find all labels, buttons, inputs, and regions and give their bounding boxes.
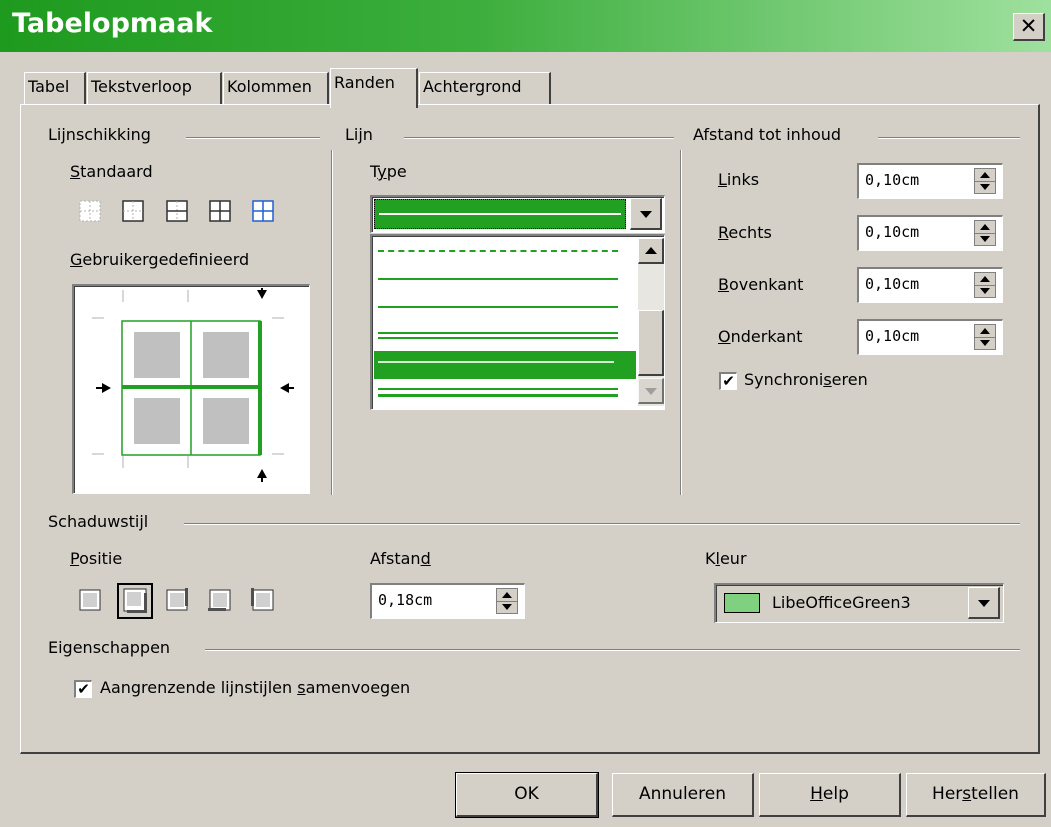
tab-tabel[interactable]: Tabel — [24, 72, 86, 104]
color-dropdown-button[interactable] — [968, 587, 1000, 619]
distance-label: Afstand — [370, 549, 431, 568]
tab-randen[interactable]: Randen — [330, 68, 418, 108]
scroll-down-button[interactable] — [638, 378, 664, 404]
shadow-bottom-left-icon — [208, 589, 231, 611]
shadow-top-right[interactable] — [161, 585, 193, 615]
group-title-line: Lijn — [345, 125, 381, 144]
ok-button[interactable]: OK — [455, 772, 599, 818]
line-type-scrollbar[interactable] — [638, 238, 664, 406]
tab-kolommen[interactable]: Kolommen — [223, 72, 329, 104]
group-title-spacing: Afstand tot inhoud — [693, 125, 850, 144]
cancel-button[interactable]: Annuleren — [612, 773, 754, 817]
outer-border-icon — [122, 200, 144, 222]
border-preview[interactable] — [72, 284, 310, 494]
right-label: Rechts — [718, 223, 772, 242]
line-type-dropdown-button[interactable] — [630, 198, 662, 230]
line-type-list[interactable] — [370, 234, 665, 410]
vertical-separator — [331, 150, 333, 495]
shadow-distance-stepper[interactable] — [496, 588, 518, 614]
merge-line-styles-checkbox[interactable]: ✔ — [74, 680, 92, 698]
group-divider — [184, 523, 1020, 525]
synchronize-checkbox[interactable]: ✔ — [719, 372, 737, 390]
group-divider — [878, 137, 1020, 139]
group-title-properties: Eigenschappen — [48, 638, 179, 657]
right-spacing-stepper[interactable] — [974, 220, 996, 246]
top-label: Bovenkant — [718, 275, 804, 294]
line-style-thin[interactable] — [378, 306, 618, 308]
color-value: LibeOfficeGreen3 — [772, 593, 911, 612]
outer-only-inner-icon — [252, 200, 274, 222]
merge-line-styles-label: Aangrenzende lijnstijlen samenvoegen — [100, 678, 411, 697]
line-style-double-thick-selected[interactable] — [374, 351, 636, 379]
tab-tekstverloop[interactable]: Tekstverloop — [87, 72, 222, 104]
left-label: Links — [718, 170, 760, 189]
shadow-bottom-right[interactable] — [117, 583, 153, 619]
reset-button[interactable]: Herstellen — [906, 773, 1046, 817]
scroll-up-button[interactable] — [638, 238, 664, 264]
chevron-down-icon — [640, 211, 652, 218]
color-label: Kleur — [705, 549, 747, 568]
line-style-dashed[interactable] — [378, 250, 618, 252]
shadow-top-left-icon — [251, 588, 274, 611]
preset-no-borders[interactable] — [74, 196, 106, 226]
title-bar[interactable]: Tabelopmaak ✕ — [0, 0, 1051, 52]
line-type-selected — [374, 199, 626, 229]
shadow-bottom-left[interactable] — [204, 585, 236, 615]
default-label: Standaard — [70, 162, 153, 181]
custom-label: Gebruikergedefinieerd — [70, 250, 250, 269]
shadow-none-icon — [79, 589, 101, 611]
shadow-none[interactable] — [74, 585, 106, 615]
shadow-color-combo[interactable]: LibeOfficeGreen3 — [714, 583, 1004, 623]
shadow-top-left[interactable] — [247, 585, 279, 615]
shadow-top-right-icon — [166, 588, 188, 611]
top-spacing-stepper[interactable] — [974, 272, 996, 298]
bottom-label: Onderkant — [718, 327, 803, 346]
outer-horizontal-icon — [166, 200, 188, 222]
no-borders-icon — [79, 200, 101, 222]
scroll-thumb[interactable] — [638, 310, 664, 376]
help-button[interactable]: Help — [759, 773, 901, 817]
vertical-separator — [680, 150, 682, 495]
left-spacing-stepper[interactable] — [974, 168, 996, 194]
shadow-bottom-right-icon — [123, 588, 147, 613]
preset-outer-all-inner[interactable] — [204, 196, 236, 226]
close-button[interactable]: ✕ — [1013, 13, 1045, 41]
type-label: Type — [370, 162, 407, 181]
chevron-down-icon — [978, 600, 990, 607]
chevron-down-icon — [645, 388, 657, 395]
chevron-up-icon — [645, 247, 657, 254]
line-type-combo[interactable] — [370, 195, 665, 233]
preset-outer-horizontal[interactable] — [161, 196, 193, 226]
preset-outer-border[interactable] — [117, 196, 149, 226]
window-title: Tabelopmaak — [12, 8, 213, 39]
color-swatch — [724, 593, 760, 613]
line-style-thin[interactable] — [378, 278, 618, 280]
group-divider — [404, 137, 674, 139]
preset-outer-only-inner[interactable] — [247, 196, 279, 226]
bottom-spacing-stepper[interactable] — [974, 324, 996, 350]
group-divider — [186, 137, 320, 139]
group-title-line-arrangement: Lijnschikking — [48, 125, 159, 144]
outer-all-inner-icon — [209, 200, 231, 222]
group-title-shadow: Schaduwstijl — [48, 512, 157, 531]
border-preview-drawing — [92, 288, 294, 482]
tab-achtergrond[interactable]: Achtergrond — [419, 72, 551, 104]
group-divider — [205, 649, 1020, 651]
position-label: Positie — [70, 549, 123, 568]
synchronize-label: Synchroniseren — [744, 370, 868, 389]
